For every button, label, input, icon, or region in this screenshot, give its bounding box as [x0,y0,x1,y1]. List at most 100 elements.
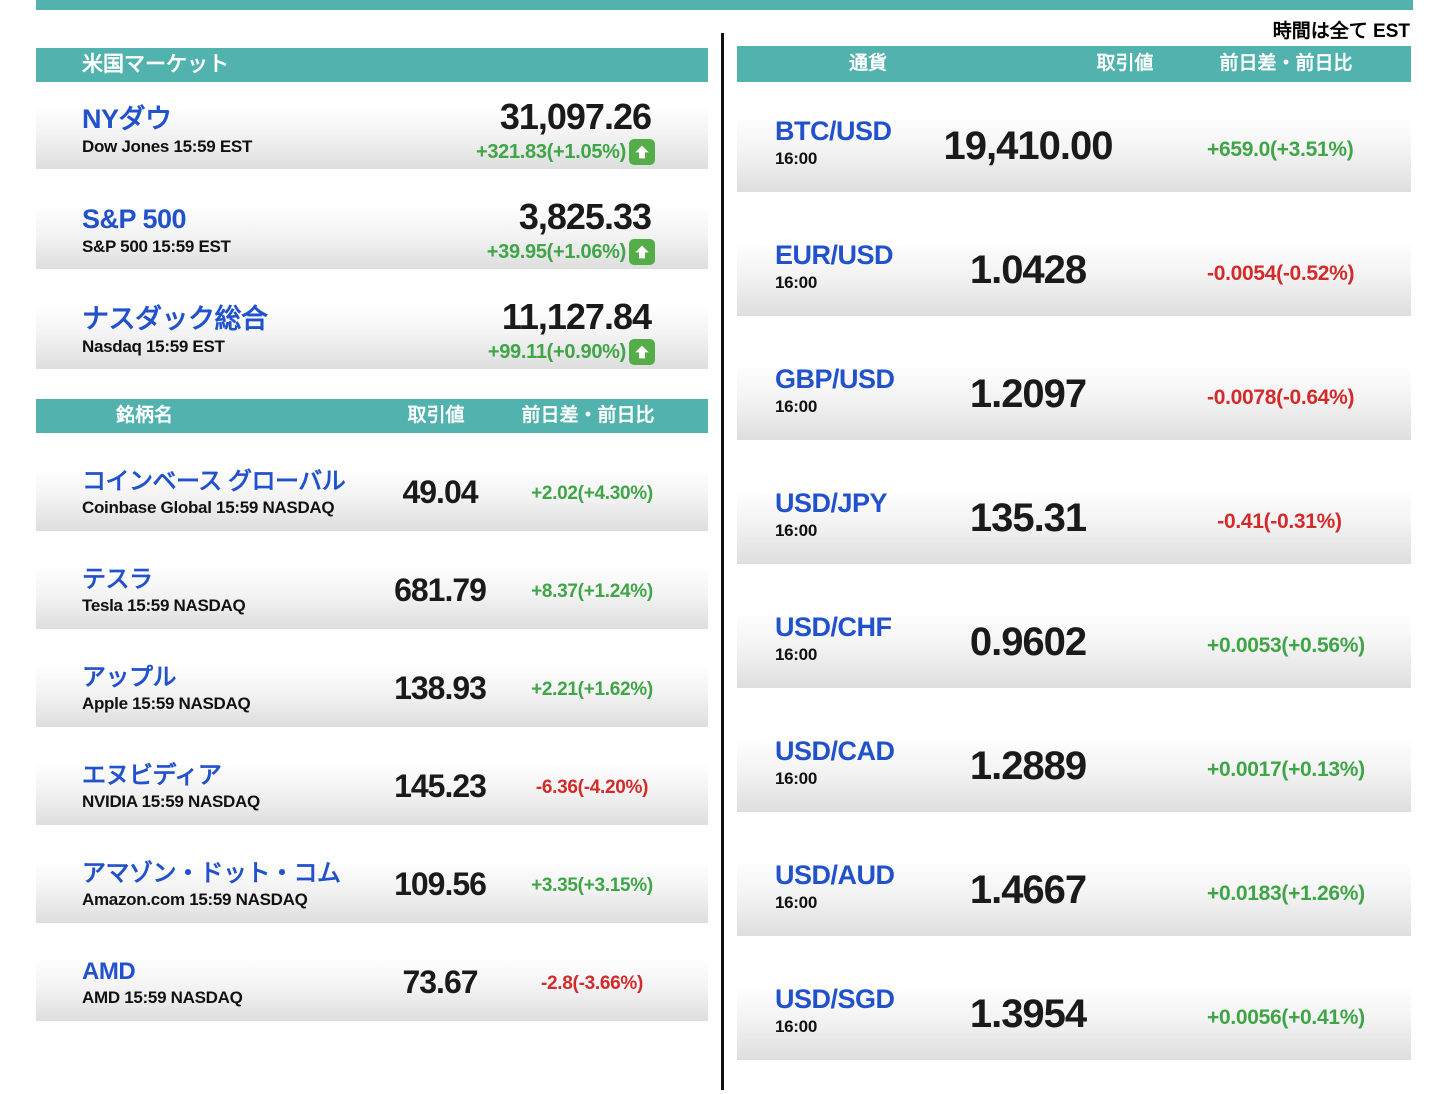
currency-value: 0.9602 [969,620,1087,664]
stock-change: +8.37(+1.24%) [531,581,653,602]
currency-time: 16:00 [775,149,817,168]
currency-value: 135.31 [969,496,1087,540]
stock-row: エヌビディア NVIDIA 15:59 NASDAQ 145.23 -6.36(… [36,750,708,825]
currency-change: +0.0056(+0.41%) [1207,1006,1365,1029]
stock-name-link[interactable]: アマゾン・ドット・コム [82,860,341,888]
stock-value: 681.79 [394,572,487,608]
index-subtitle: Dow Jones 15:59 EST [82,137,253,156]
timezone-note: 時間は全て EST [1272,21,1410,42]
currency-row: USD/JPY 16:00 135.31 -0.41(-0.31%) [737,474,1411,564]
index-change: +99.11(+0.90%) [487,340,626,363]
currency-change: +0.0183(+1.26%) [1207,882,1365,905]
currency-time: 16:00 [775,521,817,540]
currency-panel: 通貨 取引値 前日差・前日比 BTC/USD 16:00 19,410.00 +… [737,46,1411,1094]
stock-row: AMD AMD 15:59 NASDAQ 73.67 -2.8(-3.66%) [36,946,708,1021]
currency-time: 16:00 [775,273,817,292]
stock-name-link[interactable]: エヌビディア [82,762,260,790]
currency-pair-link[interactable]: BTC/USD [775,116,892,147]
stock-value: 49.04 [402,474,478,510]
panel-divider [721,33,724,1090]
index-name-link[interactable]: ナスダック総合 [82,303,268,335]
stock-row: アップル Apple 15:59 NASDAQ 138.93 +2.21(+1.… [36,652,708,727]
stock-value: 73.67 [402,964,478,1000]
currency-value: 1.0428 [969,248,1087,292]
currency-row: GBP/USD 16:00 1.2097 -0.0078(-0.64%) [737,350,1411,440]
currency-change: +659.0(+3.51%) [1207,138,1354,161]
top-accent-strip [36,0,1413,10]
stock-subtitle: Amazon.com 15:59 NASDAQ [82,890,308,909]
column-header-price: 取引値 [407,405,465,426]
stock-subtitle: Coinbase Global 15:59 NASDAQ [82,498,335,517]
currency-pair-link[interactable]: USD/AUD [775,860,895,891]
currency-time: 16:00 [775,645,817,664]
currency-value: 1.2097 [969,372,1087,416]
stock-change: +2.02(+4.30%) [531,483,653,504]
stock-name-link[interactable]: AMD [82,958,243,986]
currency-change: -0.0054(-0.52%) [1207,262,1355,285]
stock-subtitle: Apple 15:59 NASDAQ [82,694,251,713]
currency-value: 19,410.00 [943,124,1114,168]
currency-time: 16:00 [775,397,817,416]
index-row: ナスダック総合 Nasdaq 15:59 EST 11,127.84 +99.1… [36,293,708,369]
stock-row: コインベース グローバル Coinbase Global 15:59 NASDA… [36,456,708,531]
currency-value: 1.2889 [969,744,1087,788]
currency-pair-link[interactable]: USD/JPY [775,488,888,519]
currency-list: BTC/USD 16:00 19,410.00 +659.0(+3.51%) E… [737,102,1411,1060]
stock-change: -6.36(-4.20%) [535,777,649,798]
us-market-panel: 米国マーケット NYダウ Dow Jones 15:59 EST 31,097.… [36,48,708,1044]
stock-name-link[interactable]: アップル [82,664,250,692]
column-header-currency: 通貨 [849,53,888,74]
stock-name-link[interactable]: コインベース グローバル [82,468,346,496]
stock-row: テスラ Tesla 15:59 NASDAQ 681.79 +8.37(+1.2… [36,554,708,629]
up-arrow-icon [629,239,655,265]
currency-row: USD/CHF 16:00 0.9602 +0.0053(+0.56%) [737,598,1411,688]
index-value: 11,127.84 [501,296,652,337]
stock-table-header: 銘柄名 取引値 前日差・前日比 [36,399,708,433]
stock-change: +2.21(+1.62%) [531,679,653,700]
index-name-link[interactable]: S&P 500 [82,203,231,235]
column-header-change: 前日差・前日比 [1219,53,1353,74]
stock-change: -2.8(-3.66%) [541,973,643,994]
stock-subtitle: Tesla 15:59 NASDAQ [82,596,246,615]
index-change: +321.83(+1.05%) [475,140,626,163]
currency-change: -0.41(-0.31%) [1217,510,1342,533]
up-arrow-icon [629,339,655,365]
stock-value: 145.23 [394,768,487,804]
currency-pair-link[interactable]: USD/CAD [775,736,895,767]
currency-change: +0.0053(+0.56%) [1207,634,1365,657]
currency-value: 1.4667 [969,868,1087,912]
currency-time: 16:00 [775,893,817,912]
index-row: NYダウ Dow Jones 15:59 EST 31,097.26 +321.… [36,93,708,169]
index-value: 31,097.26 [499,96,652,137]
stock-change: +3.35(+3.15%) [531,875,653,896]
stock-value: 109.56 [394,866,487,902]
stock-subtitle: NVIDIA 15:59 NASDAQ [82,792,260,811]
stock-row: アマゾン・ドット・コム Amazon.com 15:59 NASDAQ 109.… [36,848,708,923]
stock-subtitle: AMD 15:59 NASDAQ [82,988,243,1007]
currency-row: USD/SGD 16:00 1.3954 +0.0056(+0.41%) [737,970,1411,1060]
column-header-price: 取引値 [1096,53,1154,74]
stock-list: コインベース グローバル Coinbase Global 15:59 NASDA… [36,456,708,1021]
currency-pair-link[interactable]: USD/CHF [775,612,892,643]
currency-row: EUR/USD 16:00 1.0428 -0.0054(-0.52%) [737,226,1411,316]
stock-value: 138.93 [394,670,487,706]
currency-row: USD/CAD 16:00 1.2889 +0.0017(+0.13%) [737,722,1411,812]
currency-pair-link[interactable]: EUR/USD [775,240,894,271]
index-row: S&P 500 S&P 500 15:59 EST 3,825.33 +39.9… [36,193,708,269]
currency-pair-link[interactable]: USD/SGD [775,984,895,1015]
currency-row: BTC/USD 16:00 19,410.00 +659.0(+3.51%) [737,102,1411,192]
currency-table-header: 通貨 取引値 前日差・前日比 [737,46,1411,82]
stock-name-link[interactable]: テスラ [82,566,245,594]
currency-pair-link[interactable]: GBP/USD [775,364,895,395]
index-subtitle: Nasdaq 15:59 EST [82,337,225,356]
column-header-change: 前日差・前日比 [521,405,655,426]
index-name-link[interactable]: NYダウ [82,103,252,135]
currency-row: USD/AUD 16:00 1.4667 +0.0183(+1.26%) [737,846,1411,936]
currency-change: -0.0078(-0.64%) [1207,386,1355,409]
currency-time: 16:00 [775,769,817,788]
currency-time: 16:00 [775,1017,817,1036]
index-value: 3,825.33 [518,196,652,237]
us-market-header: 米国マーケット [36,48,708,82]
column-header-name: 銘柄名 [116,405,174,426]
currency-value: 1.3954 [969,992,1087,1036]
